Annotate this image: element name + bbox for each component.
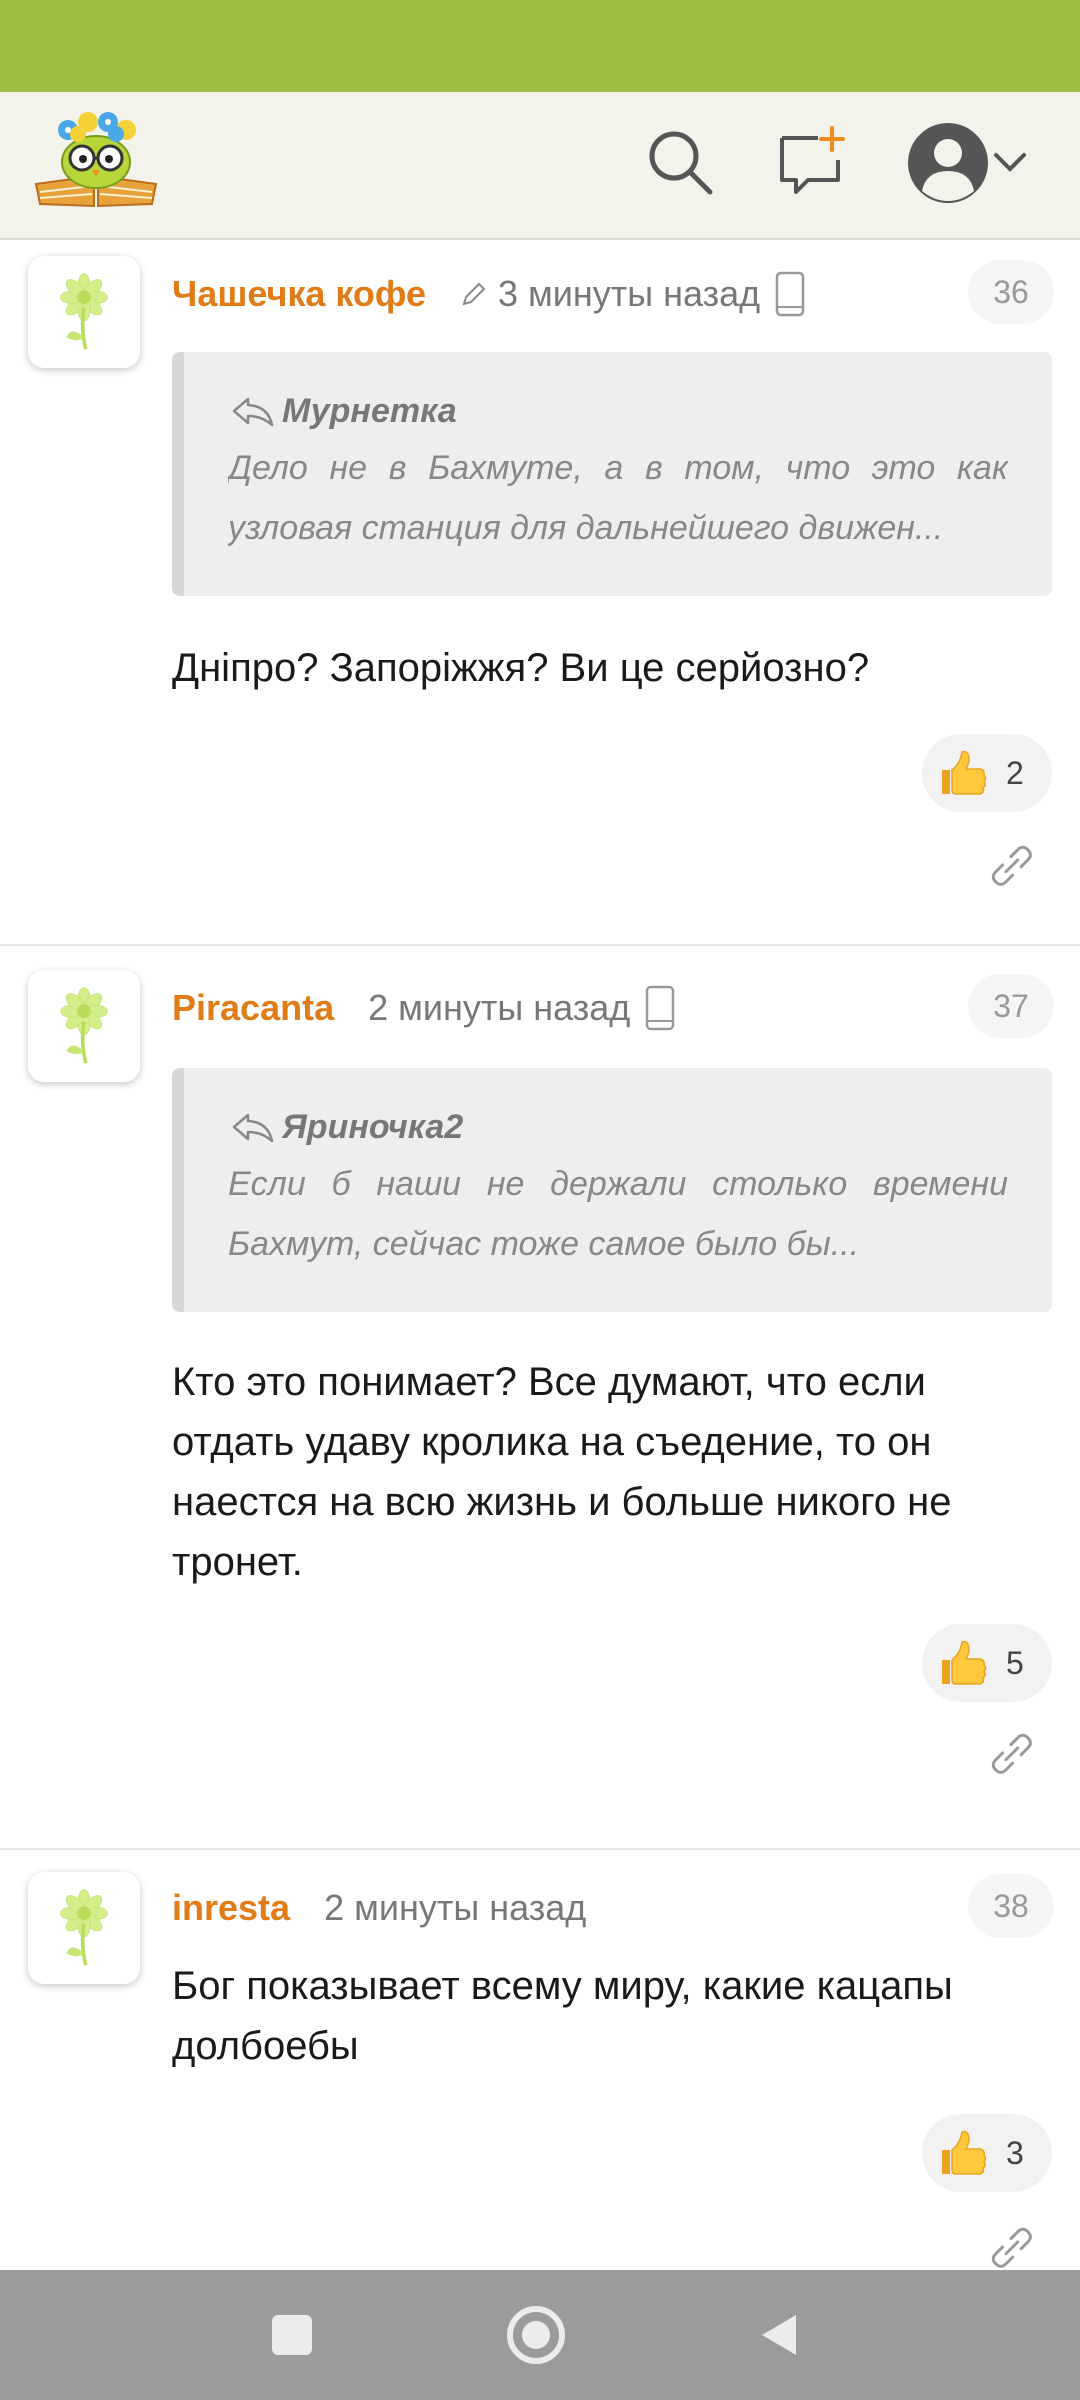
- chevron-down-icon: [994, 153, 1026, 172]
- quote-author-name: Мурнетка: [282, 391, 457, 430]
- reply-icon: [228, 393, 276, 429]
- permalink-button[interactable]: [984, 838, 1038, 892]
- search-button[interactable]: [640, 122, 720, 202]
- app-header: [0, 92, 1080, 240]
- comment-item: Piracanta 2 минуты назад 37 Яриночка2 Ес…: [0, 946, 1080, 1850]
- comment-number[interactable]: 38: [968, 1874, 1054, 1938]
- time-text: 3 минуты назад: [497, 273, 761, 314]
- comment-meta: inresta 2 минуты назад: [172, 1878, 586, 1938]
- thumbs-up-icon: [941, 750, 987, 795]
- comments-feed[interactable]: Чашечка кофе 3 минуты назад 36 Мурнетка …: [0, 242, 1080, 2270]
- comment-item: Чашечка кофе 3 минуты назад 36 Мурнетка …: [0, 242, 1080, 946]
- link-icon: [991, 2227, 1032, 2268]
- like-button[interactable]: 5: [922, 1624, 1052, 1702]
- like-count: 5: [1006, 1644, 1024, 1681]
- like-button[interactable]: 3: [922, 2114, 1052, 2192]
- comment-item: inresta 2 минуты назад 38 Бог показывает…: [0, 1850, 1080, 2270]
- comment-number[interactable]: 36: [968, 260, 1054, 324]
- flower-avatar-icon: [58, 986, 110, 1066]
- home-icon: [507, 2306, 565, 2364]
- quote-author: Яриночка2: [228, 1104, 1008, 1150]
- comment-number[interactable]: 37: [968, 974, 1054, 1038]
- quote-text: Дело не в Бахмуте, а в том, что это как …: [228, 449, 1008, 547]
- link-icon: [991, 845, 1032, 886]
- time-text: 2 минуты назад: [368, 987, 631, 1028]
- comment-text: Кто это понимает? Все думают, что если о…: [172, 1360, 952, 1584]
- thumbs-up-icon: [941, 2130, 987, 2175]
- comment-time: 3 минуты назад: [460, 271, 806, 317]
- flower-avatar-icon: [58, 272, 110, 351]
- new-post-button[interactable]: [772, 122, 852, 202]
- recent-apps-button[interactable]: [252, 2295, 332, 2375]
- quote-block[interactable]: Яриночка2 Если б наши не держали столько…: [172, 1068, 1052, 1312]
- back-icon: [762, 2315, 796, 2355]
- quote-author: Мурнетка: [228, 388, 1008, 434]
- comment-meta: Чашечка кофе 3 минуты назад: [172, 264, 806, 324]
- author-name[interactable]: Piracanta: [172, 987, 334, 1029]
- phone-icon: [644, 985, 676, 1031]
- phone-icon: [774, 271, 806, 317]
- home-button[interactable]: [496, 2295, 576, 2375]
- user-avatar[interactable]: [28, 256, 140, 368]
- quote-author-name: Яриночка2: [282, 1107, 464, 1146]
- user-avatar[interactable]: [28, 970, 140, 1082]
- user-avatar[interactable]: [28, 1872, 140, 1984]
- comment-text: Бог показывает всему миру, какие кацапы …: [172, 1964, 953, 2068]
- back-button[interactable]: [740, 2295, 820, 2375]
- time-text: 2 минуты назад: [324, 1887, 587, 1928]
- logo-owl-icon[interactable]: [34, 106, 158, 212]
- comment-text: Дніпро? Запоріжжя? Ви це серйозно?: [172, 646, 870, 690]
- system-nav-bar: [0, 2270, 1080, 2400]
- like-count: 3: [1006, 2134, 1024, 2171]
- recent-apps-icon: [272, 2315, 312, 2355]
- comment-meta: Piracanta 2 минуты назад: [172, 978, 676, 1038]
- reply-icon: [228, 1109, 276, 1145]
- profile-avatar-icon: [908, 123, 988, 203]
- quote-block[interactable]: Мурнетка Дело не в Бахмуте, а в том, что…: [172, 352, 1052, 596]
- comment-time: 2 минуты назад: [368, 985, 676, 1031]
- like-count: 2: [1006, 754, 1024, 791]
- author-name[interactable]: Чашечка кофе: [172, 273, 426, 315]
- comment-time: 2 минуты назад: [324, 1887, 586, 1929]
- like-button[interactable]: 2: [922, 734, 1052, 812]
- flower-avatar-icon: [58, 1888, 110, 1968]
- permalink-button[interactable]: [984, 2220, 1038, 2270]
- profile-menu-button[interactable]: [898, 118, 1038, 208]
- author-name[interactable]: inresta: [172, 1887, 290, 1929]
- quote-text: Если б наши не держали столько времени Б…: [228, 1165, 1008, 1263]
- thumbs-up-icon: [941, 1640, 987, 1685]
- new-post-icon: [780, 126, 845, 194]
- status-bar: [0, 0, 1080, 92]
- link-icon: [991, 1733, 1032, 1774]
- permalink-button[interactable]: [984, 1726, 1038, 1780]
- pencil-icon: [460, 280, 488, 308]
- search-icon: [649, 131, 713, 195]
